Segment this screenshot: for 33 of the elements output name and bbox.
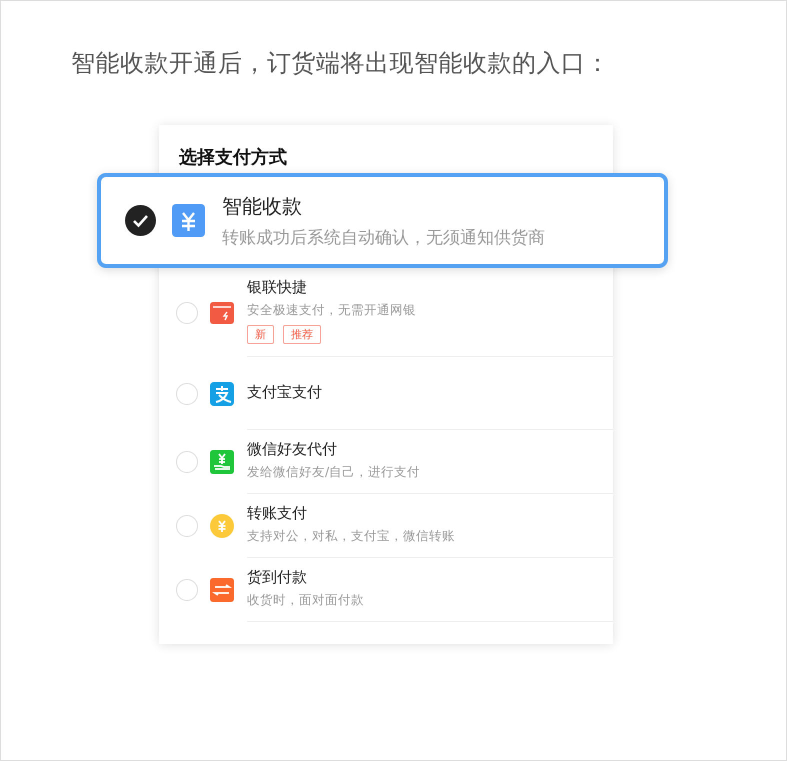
option-name: 转账支付 [247,504,307,523]
option-name: 货到付款 [247,568,307,587]
yuan-coin-icon [210,514,234,538]
payment-option[interactable]: 微信好友代付 发给微信好友/自己，进行支付 [159,430,613,494]
option-name: 微信好友代付 [247,440,337,459]
radio-button[interactable] [176,579,198,601]
payment-option[interactable]: 转账支付 支持对公，对私，支付宝，微信转账 [159,494,613,558]
panel-title: 选择支付方式 [179,146,287,169]
option-description: 转账成功后系统自动确认，无须通知供货商 [222,226,545,248]
option-name: 智能收款 [222,192,302,220]
card-icon [210,302,234,324]
option-description: 安全极速支付，无需开通网银 [247,302,416,319]
radio-button[interactable] [176,515,198,537]
payment-option[interactable]: 货到付款 收货时，面对面付款 [159,558,613,622]
radio-button[interactable] [176,451,198,473]
yuan-icon [172,204,205,237]
selected-payment-option[interactable]: 智能收款 转账成功后系统自动确认，无须通知供货商 [97,173,668,268]
payment-option[interactable]: 银联快捷 安全极速支付，无需开通网银 新 推荐 [159,268,613,357]
swap-icon [210,578,234,602]
radio-button[interactable] [176,302,198,324]
radio-button[interactable] [176,382,198,404]
option-name: 支付宝支付 [247,382,322,402]
payment-option[interactable]: 支付宝支付 [159,357,613,430]
option-description: 收货时，面对面付款 [247,592,364,609]
check-icon [125,205,156,236]
intro-text: 智能收款开通后，订货端将出现智能收款的入口： [71,48,611,79]
hand-coin-icon [210,450,234,474]
alipay-icon [210,382,234,406]
option-name: 银联快捷 [247,278,307,297]
option-description: 支持对公，对私，支付宝，微信转账 [247,528,455,545]
option-description: 发给微信好友/自己，进行支付 [247,464,420,481]
tag-label: 推荐 [283,325,321,344]
tag-label: 新 [247,325,274,344]
